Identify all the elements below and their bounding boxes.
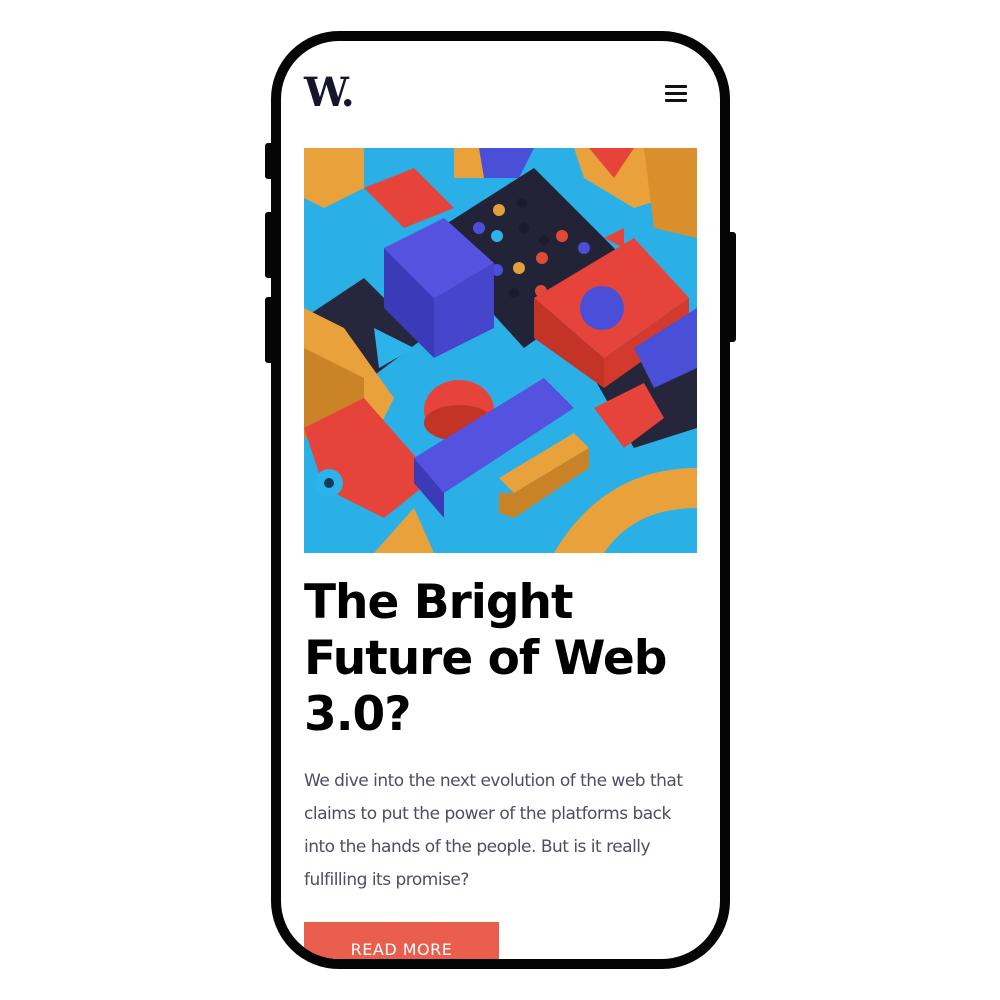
excerpt-line: fulfilling its promise? (304, 870, 469, 890)
read-more-button[interactable]: READ MORE (304, 922, 499, 959)
menu-bar (665, 92, 687, 95)
hamburger-menu-icon[interactable] (665, 84, 687, 102)
excerpt-line: We dive into the next evolution of the w… (304, 771, 683, 791)
article-title-line: Future of Web (304, 631, 667, 686)
article-title-line: 3.0? (304, 687, 412, 742)
excerpt-line: into the hands of the people. But is it … (304, 837, 651, 857)
phone-frame: W. The Bright Future of Web 3.0? We dive… (271, 31, 730, 969)
menu-bar (665, 99, 687, 102)
mockup-stage: W. The Bright Future of Web 3.0? We dive… (0, 0, 1000, 1000)
article-excerpt: We dive into the next evolution of the w… (304, 765, 714, 897)
article-title-line: The Bright (304, 575, 573, 630)
menu-bar (665, 85, 687, 88)
hero-image (304, 148, 697, 553)
excerpt-line: claims to put the power of the platforms… (304, 804, 671, 824)
site-logo[interactable]: W. (304, 71, 355, 115)
article-title: The Bright Future of Web 3.0? (304, 575, 704, 743)
